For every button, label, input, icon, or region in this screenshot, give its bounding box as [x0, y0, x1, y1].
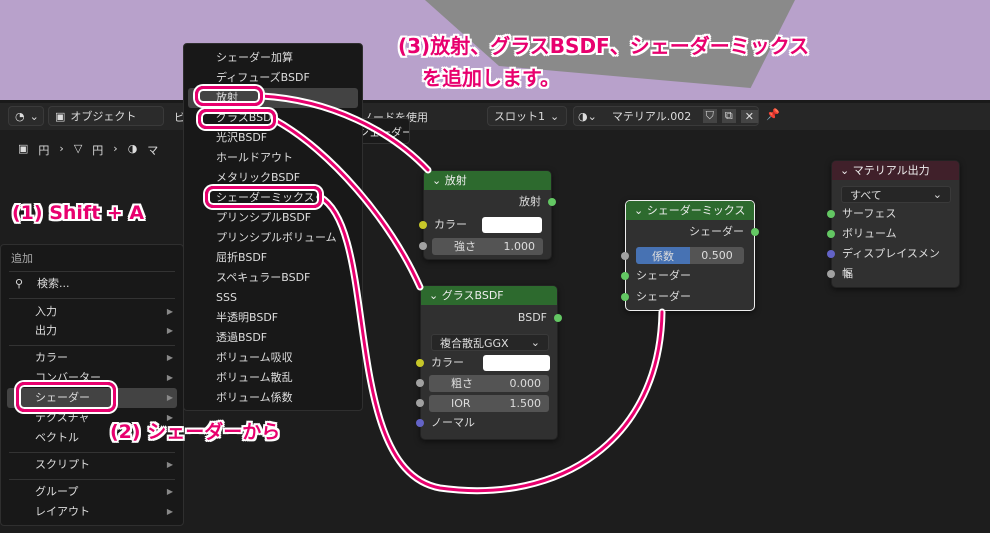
- highlight-glass: [198, 109, 276, 129]
- arrow-emission: [258, 92, 432, 174]
- highlight-mix: [205, 186, 322, 208]
- highlight-shader: [16, 382, 116, 412]
- annotation-step3-line1: (3)放射、グラスBSDF、シェーダーミックス: [398, 34, 810, 58]
- arrow-mix: [316, 193, 666, 495]
- annotation-step1: (1) Shift + A: [12, 202, 145, 224]
- annotation-step3-line2: を追加します。: [422, 66, 560, 90]
- annotation-step2: (2) シェーダーから: [110, 421, 281, 443]
- highlight-emission: [195, 86, 263, 106]
